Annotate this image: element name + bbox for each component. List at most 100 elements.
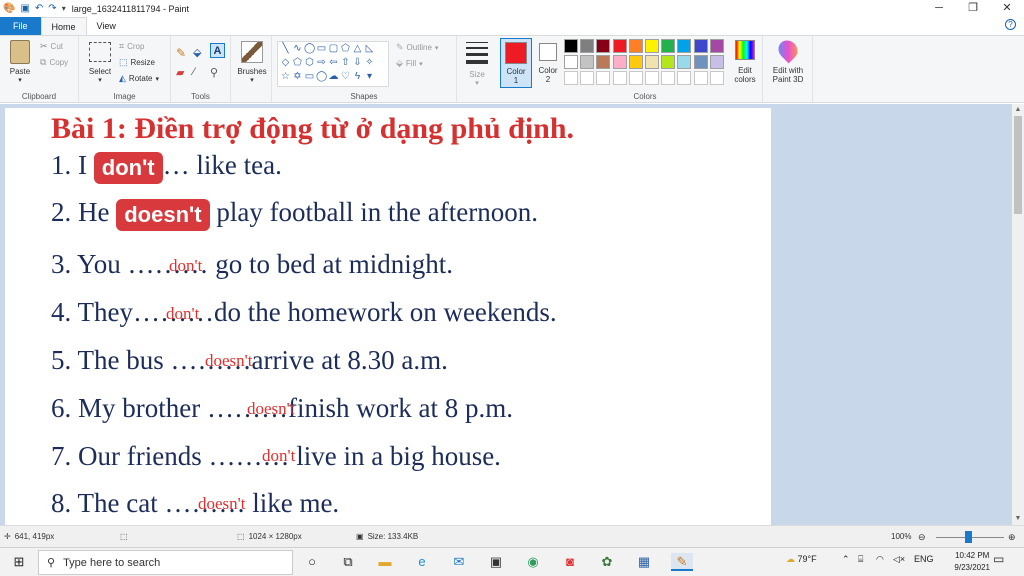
edge-legacy-icon[interactable]: e xyxy=(413,553,431,571)
tab-file[interactable]: File xyxy=(0,17,41,35)
color-swatch[interactable] xyxy=(628,55,643,69)
color2-button[interactable]: Color 2 xyxy=(534,38,562,88)
color-swatch[interactable] xyxy=(693,55,708,69)
color-swatch[interactable] xyxy=(645,39,659,53)
redo-icon[interactable]: ↷ xyxy=(48,3,56,14)
color-swatch[interactable] xyxy=(645,71,659,85)
curve-shape-icon[interactable]: ∿ xyxy=(292,44,303,55)
heart-shape-icon[interactable]: ♡ xyxy=(340,72,351,83)
fill-bucket-icon[interactable]: ⬙ xyxy=(193,46,201,59)
color-swatch[interactable] xyxy=(677,55,692,69)
paste-button[interactable]: Paste ▾ xyxy=(6,40,34,84)
color-swatch[interactable] xyxy=(564,71,578,85)
callout-rect-shape-icon[interactable]: ▭ xyxy=(304,72,315,83)
five-point-star-shape-icon[interactable]: ☆ xyxy=(280,72,291,83)
zoom-slider-thumb[interactable] xyxy=(965,531,972,543)
text-tool-icon[interactable]: A xyxy=(210,43,225,58)
line-shape-icon[interactable]: ╲ xyxy=(280,44,291,55)
app-icon-red[interactable]: ◙ xyxy=(561,553,579,571)
language-indicator[interactable]: ENG xyxy=(914,554,934,564)
fill-button[interactable]: ⬙ Fill ▾ xyxy=(396,58,423,69)
weather-widget[interactable]: ☁ 79°F xyxy=(786,554,817,565)
color-swatch[interactable] xyxy=(645,55,659,69)
scroll-up-arrow-icon[interactable]: ▲ xyxy=(1012,104,1024,116)
clock[interactable]: 10:42 PM 9/23/2021 xyxy=(954,550,990,574)
color-swatch[interactable] xyxy=(564,39,578,53)
color-swatch[interactable] xyxy=(612,71,627,85)
left-arrow-shape-icon[interactable]: ⇦ xyxy=(328,58,339,69)
color-swatch[interactable] xyxy=(596,39,611,53)
more-shapes-icon[interactable]: ▾ xyxy=(364,72,375,83)
diamond-shape-icon[interactable]: ◇ xyxy=(280,58,291,69)
color-swatch[interactable] xyxy=(596,55,611,69)
color-swatch[interactable] xyxy=(628,71,643,85)
help-icon[interactable]: ? xyxy=(1005,19,1016,30)
customize-icon[interactable]: ▾ xyxy=(62,4,66,13)
resize-button[interactable]: ⬚ Resize xyxy=(119,57,155,68)
file-explorer-icon[interactable]: ▬ xyxy=(376,553,394,571)
magnifier-icon[interactable]: ⚲ xyxy=(210,66,218,79)
crop-button[interactable]: ⌗ Crop xyxy=(119,41,144,52)
scroll-down-arrow-icon[interactable]: ▼ xyxy=(1012,513,1024,525)
pentagon-shape-icon[interactable]: ⬠ xyxy=(292,58,303,69)
game-app-icon[interactable]: ✿ xyxy=(598,553,616,571)
zoom-in-icon[interactable]: ⊕ xyxy=(1008,532,1016,543)
right-triangle-shape-icon[interactable]: ◺ xyxy=(364,44,375,55)
color-swatch[interactable] xyxy=(677,71,692,85)
color-swatch[interactable] xyxy=(612,55,627,69)
vertical-scrollbar[interactable]: ▲ ▼ xyxy=(1012,104,1024,525)
edit-colors-button[interactable]: Edit colors xyxy=(730,40,760,84)
tray-chevron-icon[interactable]: ⌃ xyxy=(842,554,850,565)
wifi-icon[interactable]: ◠ xyxy=(876,554,884,565)
color-swatch[interactable] xyxy=(693,71,708,85)
calculator-icon[interactable]: ▦ xyxy=(635,553,653,571)
right-arrow-shape-icon[interactable]: ⇨ xyxy=(316,58,327,69)
paint-taskbar-icon[interactable]: ✎ xyxy=(671,553,693,571)
brushes-button[interactable]: Brushes ▾ xyxy=(236,41,268,84)
mail-icon[interactable]: ✉ xyxy=(450,553,468,571)
select-button[interactable]: Select ▾ xyxy=(85,42,115,84)
tab-view[interactable]: View xyxy=(87,17,126,35)
minimize-button[interactable]: ─ xyxy=(922,0,956,17)
up-arrow-shape-icon[interactable]: ⇧ xyxy=(340,58,351,69)
zoom-out-icon[interactable]: ⊖ xyxy=(918,532,926,543)
drawing-canvas[interactable]: Bài 1: Điền trợ động từ ở dạng phủ định.… xyxy=(5,108,771,525)
color-swatch[interactable] xyxy=(661,71,676,85)
size-button[interactable]: Size ▾ xyxy=(462,42,492,87)
windows-start-icon[interactable]: ⊞ xyxy=(10,553,28,571)
edit-with-paint3d-button[interactable]: Edit with Paint 3D xyxy=(766,36,810,84)
tab-home[interactable]: Home xyxy=(40,17,87,35)
cut-button[interactable]: ✂ Cut xyxy=(40,41,63,52)
color-swatch[interactable] xyxy=(677,39,692,53)
maximize-button[interactable]: ❐ xyxy=(956,0,990,17)
pencil-icon[interactable]: ✎ xyxy=(176,46,186,60)
color-swatch[interactable] xyxy=(661,39,676,53)
down-arrow-shape-icon[interactable]: ⇩ xyxy=(352,58,363,69)
color-swatch[interactable] xyxy=(580,55,595,69)
color-swatch[interactable] xyxy=(709,71,724,85)
color1-button[interactable]: Color 1 xyxy=(500,38,532,88)
rounded-rectangle-shape-icon[interactable]: ▢ xyxy=(328,44,339,55)
oval-shape-icon[interactable]: ◯ xyxy=(304,44,315,55)
lightning-shape-icon[interactable]: ϟ xyxy=(352,72,363,83)
color-swatch[interactable] xyxy=(580,39,595,53)
color-swatch[interactable] xyxy=(596,71,611,85)
edge-icon[interactable]: ◉ xyxy=(524,553,542,571)
outline-button[interactable]: ✎ Outline ▾ xyxy=(396,42,438,53)
rotate-button[interactable]: ◭ Rotate ▾ xyxy=(119,73,159,84)
close-button[interactable]: ✕ xyxy=(990,0,1024,17)
taskbar-search-box[interactable]: ⚲ Type here to search xyxy=(38,550,293,575)
undo-icon[interactable]: ↶ xyxy=(35,3,43,14)
save-icon[interactable]: ▣ xyxy=(20,3,29,14)
store-icon[interactable]: ▣ xyxy=(487,553,505,571)
six-point-star-shape-icon[interactable]: ✡ xyxy=(292,72,303,83)
four-point-star-shape-icon[interactable]: ✧ xyxy=(364,58,375,69)
callout-cloud-shape-icon[interactable]: ☁ xyxy=(328,72,339,83)
scroll-thumb[interactable] xyxy=(1014,116,1022,214)
task-view-icon[interactable]: ⧉ xyxy=(339,553,357,571)
color-swatch[interactable] xyxy=(628,39,643,53)
color-swatch[interactable] xyxy=(612,39,627,53)
notification-icon[interactable]: ▭ xyxy=(993,552,1004,566)
triangle-shape-icon[interactable]: △ xyxy=(352,44,363,55)
color-swatch[interactable] xyxy=(709,39,724,53)
